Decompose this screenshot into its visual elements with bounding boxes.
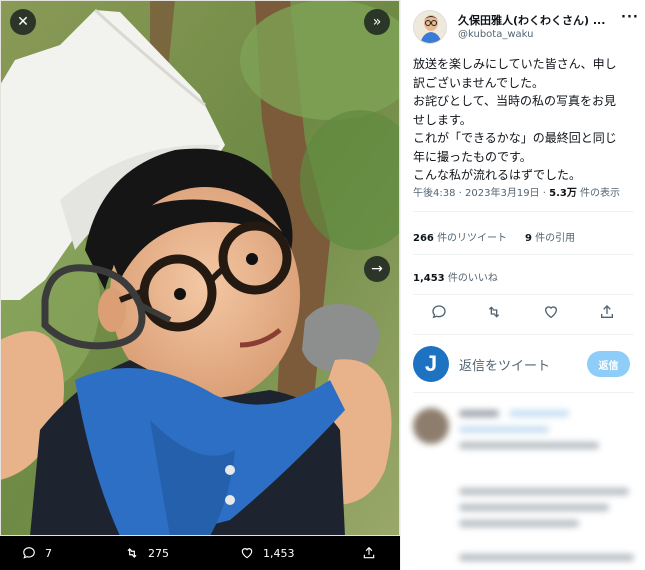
avatar-image [414, 11, 446, 43]
tweet-text-line: 放送を楽しみにしていた皆さん、申し [413, 57, 617, 71]
tweet-text-line: こんな私が流れるはずでした。 [413, 168, 582, 182]
chevron-double-right-icon: » [372, 14, 382, 30]
photo-like-action[interactable]: 1,453 [240, 536, 295, 570]
close-icon: ✕ [17, 14, 29, 30]
tweet-author: 久保田雅人(わくわくさん) ... @kubota_waku ··· [413, 10, 638, 46]
share-icon [601, 305, 613, 318]
close-button[interactable]: ✕ [10, 9, 36, 35]
retweets-count: 266 [413, 233, 434, 244]
tweet-detail-panel: 久保田雅人(わくわくさん) ... @kubota_waku ··· 放送を楽し… [400, 0, 645, 570]
reply-button[interactable] [431, 304, 449, 322]
retweet-count: 275 [148, 546, 169, 560]
photo-action-bar: 7 275 1,453 [0, 536, 400, 570]
views-count: 5.3万 [549, 188, 577, 199]
more-options-icon[interactable]: ··· [621, 10, 639, 25]
tweet-text-line: 訳ございませんでした。 [413, 75, 545, 90]
likes-count: 1,453 [413, 273, 445, 284]
heart-icon [241, 548, 253, 559]
reply-submit-button[interactable]: 返信 [587, 351, 630, 377]
heart-icon [544, 306, 558, 319]
author-avatar[interactable] [413, 10, 447, 44]
tweet-actions [431, 304, 626, 324]
share-icon [363, 546, 375, 559]
tweet-photo[interactable] [0, 0, 400, 536]
tweet-date[interactable]: 2023年3月19日 [465, 188, 540, 199]
retweet-icon [127, 548, 137, 558]
tweet-text-line: お詫びとして、当時の私の写真をお見 [413, 94, 617, 108]
reply-icon [23, 547, 35, 559]
divider [413, 334, 634, 335]
blurred-replies [401, 396, 645, 570]
tweet-text-line: せします。 [413, 112, 472, 127]
tweet-time[interactable]: 午後4:38 [413, 188, 455, 199]
divider [413, 254, 634, 255]
blurred-line [459, 504, 609, 511]
user-avatar[interactable]: J [413, 346, 449, 382]
next-image-button[interactable]: → [364, 256, 390, 282]
photo-reply-action[interactable]: 7 [22, 536, 52, 570]
blurred-line [459, 488, 629, 495]
blurred-line [459, 410, 499, 417]
reply-input[interactable]: 返信をツイート [459, 355, 550, 374]
divider [413, 294, 634, 295]
views-label: 件の表示 [580, 188, 621, 199]
collapse-panel-button[interactable]: » [364, 9, 390, 35]
likes-label: 件のいいね [447, 273, 498, 284]
quotes-count: 9 [525, 233, 532, 244]
author-handle[interactable]: @kubota_waku [458, 29, 533, 40]
blurred-line [459, 554, 634, 561]
retweets-label: 件のリツイート [437, 233, 508, 244]
reply-composer: J 返信をツイート 返信 [413, 344, 641, 384]
blurred-line [459, 442, 599, 449]
tweet-media-viewer: ✕ » → 7 275 1,453 久保田雅人(わくわくさん) ... @kub… [0, 0, 645, 570]
tweet-text-line: 年に撮ったものです。 [413, 149, 532, 164]
tweet-text: 放送を楽しみにしていた皆さん、申し 訳ございませんでした。 お詫びとして、当時の… [413, 55, 639, 185]
blurred-line [459, 426, 549, 433]
like-button[interactable] [543, 304, 561, 322]
retweets-stat[interactable]: 266 件のリツイート [413, 229, 507, 244]
reply-avatar [413, 408, 449, 444]
reply-count: 7 [45, 546, 52, 560]
quotes-stat[interactable]: 9 件の引用 [525, 229, 575, 244]
arrow-right-icon: → [371, 261, 383, 277]
photo-retweet-action[interactable]: 275 [125, 536, 169, 570]
reply-icon [432, 305, 446, 319]
tweet-meta: 午後4:38 · 2023年3月19日 · 5.3万 件の表示 [413, 184, 620, 199]
like-count: 1,453 [263, 546, 295, 560]
divider [413, 392, 634, 393]
blurred-line [509, 410, 569, 417]
photo-viewer: ✕ » → 7 275 1,453 [0, 0, 400, 570]
quotes-label: 件の引用 [535, 233, 576, 244]
photo-share-action[interactable] [362, 536, 376, 570]
likes-stat[interactable]: 1,453 件のいいね [413, 269, 498, 284]
blurred-line [459, 520, 579, 527]
author-name[interactable]: 久保田雅人(わくわくさん) ... [458, 12, 605, 28]
retweet-icon [488, 306, 500, 318]
retweet-button[interactable] [486, 304, 504, 322]
divider [413, 211, 634, 212]
share-button[interactable] [599, 304, 617, 322]
tweet-text-line: これが「できるかな」の最終回と同じ [413, 131, 617, 145]
